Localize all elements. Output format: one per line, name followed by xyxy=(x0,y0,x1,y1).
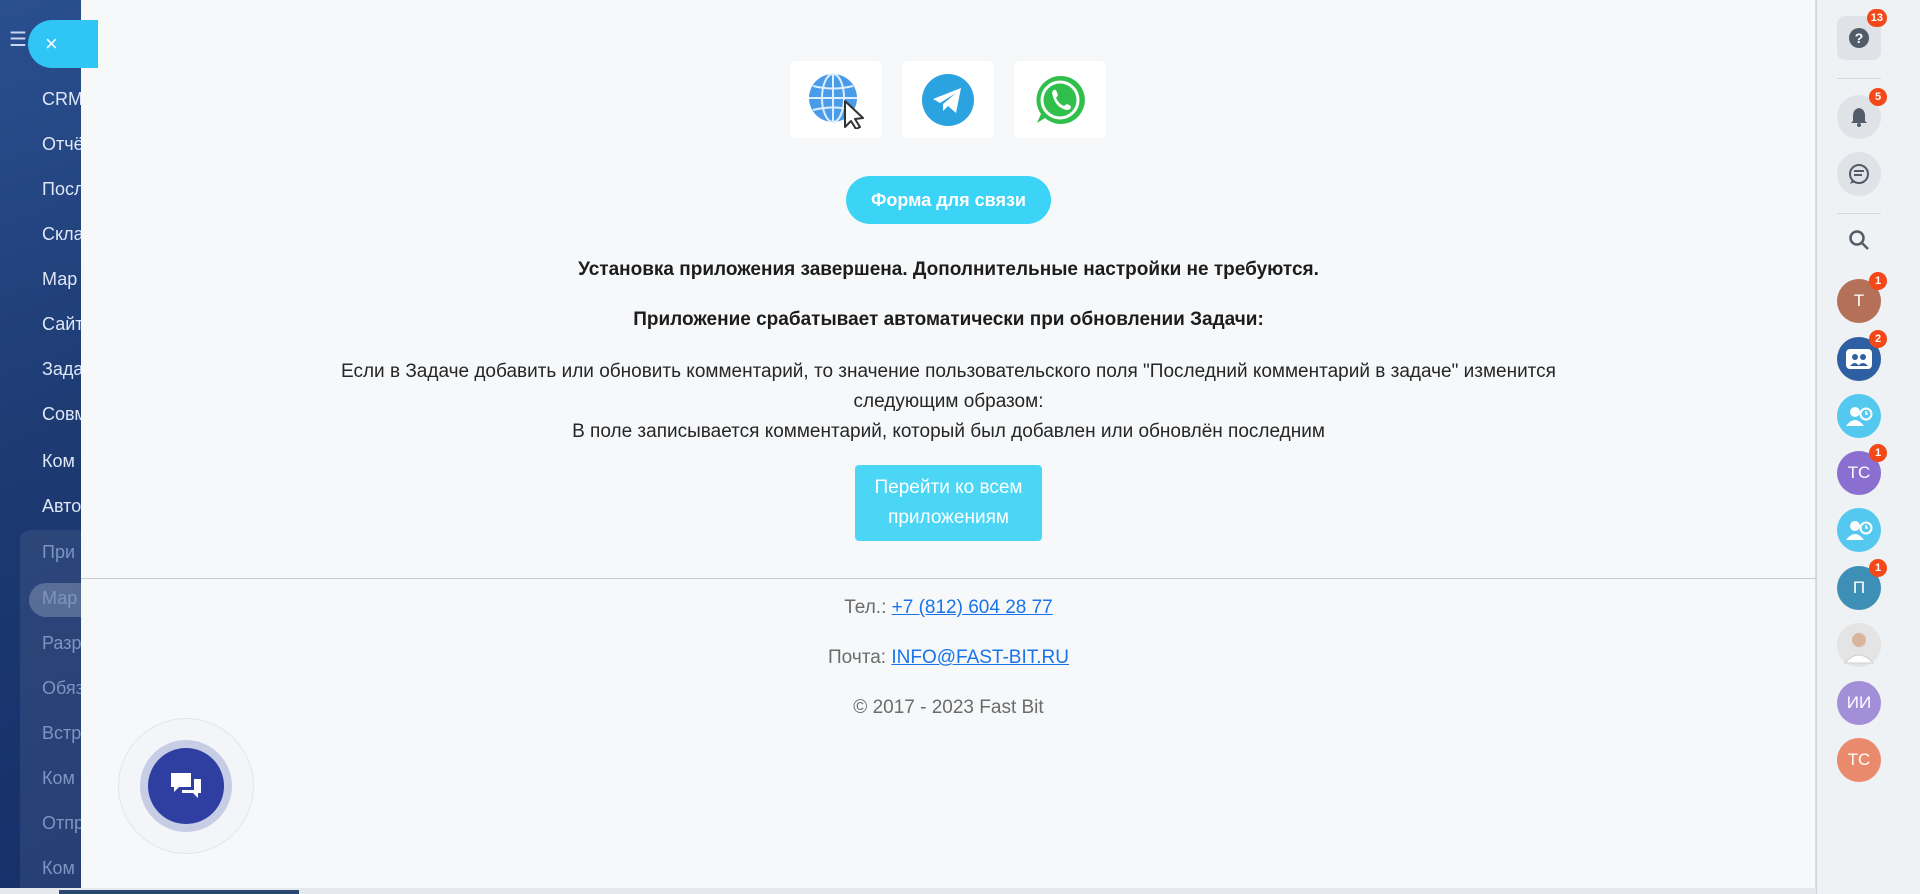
whatsapp-link[interactable] xyxy=(1014,61,1106,138)
search-button[interactable] xyxy=(1837,218,1881,262)
avatar[interactable]: Т 1 xyxy=(1837,272,1887,323)
copyright: © 2017 - 2023 Fast Bit xyxy=(853,697,1044,718)
notifications-button[interactable]: 5 xyxy=(1837,88,1887,139)
avatar-badge: 1 xyxy=(1869,272,1887,290)
avatar[interactable]: П 1 xyxy=(1837,559,1887,610)
avatar-initials: ТС xyxy=(1847,750,1871,769)
sidebar-item[interactable]: Отпр xyxy=(42,813,81,834)
help-badge: 13 xyxy=(1866,9,1887,27)
user-clock-icon xyxy=(1846,407,1873,426)
sidebar-item[interactable]: Разр xyxy=(42,633,81,654)
avatar-badge: 1 xyxy=(1869,559,1887,577)
sidebar-item-active[interactable]: Мар xyxy=(42,588,81,609)
close-icon: × xyxy=(45,31,58,56)
avatar-initials: ТС xyxy=(1847,463,1871,482)
behavior-description: Если в Задаче добавить или обновить комм… xyxy=(321,357,1576,447)
sidebar-item[interactable]: CRM xyxy=(42,89,81,110)
chat-bubbles-icon xyxy=(171,773,201,798)
footer-phone: Тел.: +7 (812) 604 28 77 xyxy=(81,597,1816,619)
close-slider-button[interactable]: × xyxy=(28,20,98,68)
chat-icon xyxy=(1849,164,1869,184)
mail-link[interactable]: INFO@FAST-BIT.RU xyxy=(891,647,1069,668)
right-sidebar: ? 13 5 Т 1 2 ТС 1 П 1 ИИ ТС xyxy=(1816,0,1920,894)
sidebar-item[interactable]: Обяз xyxy=(42,678,81,699)
description-line: В поле записывается комментарий, который… xyxy=(572,421,1325,442)
footer-mail: Почта: INFO@FAST-BIT.RU xyxy=(81,647,1816,669)
user-clock-avatar[interactable] xyxy=(1837,394,1881,438)
telegram-icon xyxy=(922,73,974,126)
phone-label: Тел.: xyxy=(844,597,887,618)
avatar-initials: ИИ xyxy=(1846,693,1872,712)
user-clock-avatar[interactable] xyxy=(1837,508,1881,552)
avatar-badge: 1 xyxy=(1869,444,1887,462)
person-photo-icon xyxy=(1837,623,1881,667)
sidebar-item[interactable]: Ком xyxy=(42,858,81,879)
contact-icons-row xyxy=(790,61,1106,138)
all-apps-button[interactable]: Перейти ко всем приложениям xyxy=(855,465,1042,541)
app-slider-panel: Форма для связи Установка приложения зав… xyxy=(81,0,1816,894)
sidebar-item[interactable]: При xyxy=(42,542,81,563)
sidebar-item[interactable]: Мар xyxy=(42,269,81,290)
install-complete-text: Установка приложения завершена. Дополнит… xyxy=(578,259,1319,280)
messenger-button[interactable] xyxy=(1837,152,1881,196)
divider xyxy=(1837,78,1881,79)
svg-text:?: ? xyxy=(1855,30,1864,46)
sidebar-item[interactable]: Скла xyxy=(42,224,81,245)
help-icon: ? xyxy=(1849,28,1869,48)
sidebar-item[interactable]: Ком xyxy=(42,768,81,789)
sidebar-item[interactable]: Сайт xyxy=(42,314,81,335)
search-icon xyxy=(1849,230,1869,250)
sidebar-item[interactable]: Совм xyxy=(42,404,81,425)
sidebar-item[interactable]: Встр xyxy=(42,723,81,744)
chat-widget-button[interactable] xyxy=(118,718,254,854)
notifications-badge: 5 xyxy=(1869,88,1887,106)
description-line: Если в Задаче добавить или обновить комм… xyxy=(341,361,1556,412)
mail-label: Почта: xyxy=(828,647,887,668)
sidebar-item[interactable]: Отчё xyxy=(42,134,81,155)
contact-form-button[interactable]: Форма для связи xyxy=(846,176,1051,224)
help-button[interactable]: ? 13 xyxy=(1837,9,1887,60)
sidebar-item[interactable]: Авто xyxy=(42,496,81,517)
divider xyxy=(1837,213,1881,214)
trigger-description-title: Приложение срабатывает автоматически при… xyxy=(633,309,1264,330)
chat-widget-core xyxy=(148,748,224,824)
telegram-link[interactable] xyxy=(902,61,994,138)
sidebar-item[interactable]: Ком xyxy=(42,451,81,472)
scrollbar-thumb[interactable] xyxy=(59,890,299,894)
avatar[interactable]: ИИ xyxy=(1837,681,1881,725)
left-sidebar: ☰ CRM Отчё Посл Скла Мар Сайт Зада Совм … xyxy=(0,0,81,894)
website-link[interactable] xyxy=(790,61,882,138)
avatar-initials: П xyxy=(1852,578,1866,597)
divider xyxy=(81,578,1816,579)
user-clock-icon xyxy=(1846,521,1873,540)
phone-link[interactable]: +7 (812) 604 28 77 xyxy=(892,597,1053,618)
sidebar-item[interactable]: Посл xyxy=(42,179,81,200)
bell-icon xyxy=(1851,108,1867,127)
globe-icon xyxy=(809,72,864,129)
sidebar-item[interactable]: Зада xyxy=(42,359,81,380)
group-chat-avatar[interactable]: 2 xyxy=(1837,330,1887,381)
group-chat-icon xyxy=(1846,349,1872,369)
avatar-initials: Т xyxy=(1853,291,1865,310)
chat-widget-ring xyxy=(140,740,232,832)
whatsapp-icon xyxy=(1036,75,1085,124)
avatar[interactable]: ТС xyxy=(1837,738,1881,782)
avatar[interactable]: ТС 1 xyxy=(1837,444,1887,495)
photo-avatar[interactable] xyxy=(1837,623,1881,667)
avatar-badge: 2 xyxy=(1869,330,1887,348)
